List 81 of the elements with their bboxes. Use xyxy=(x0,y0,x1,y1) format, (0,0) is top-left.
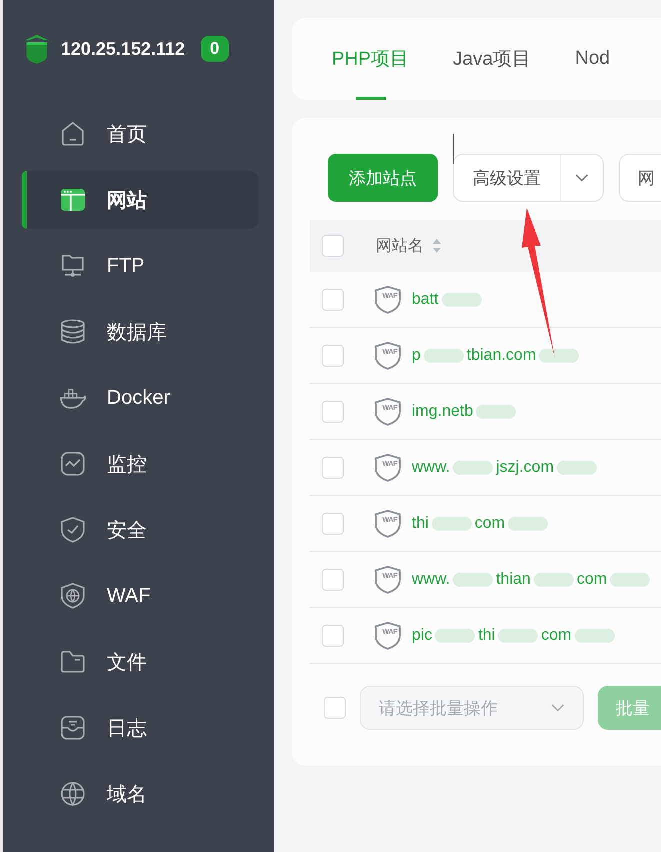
alert-count-badge[interactable]: 0 xyxy=(201,36,229,62)
project-tab[interactable]: PHP项目 xyxy=(310,18,432,100)
row-checkbox[interactable] xyxy=(322,456,344,478)
site-name-link[interactable]: img.netb xyxy=(412,402,474,420)
window-icon xyxy=(59,186,87,214)
sidebar-item[interactable]: FTP xyxy=(22,237,259,295)
redaction-smear xyxy=(442,292,482,306)
redaction-smear xyxy=(476,404,516,418)
folder-network-icon xyxy=(59,252,87,280)
home-icon xyxy=(59,120,87,148)
shield-icon xyxy=(374,508,402,538)
server-address: 120.25.152.112 xyxy=(61,38,186,60)
sidebar-item[interactable]: 网站 xyxy=(22,171,259,229)
row-checkbox[interactable] xyxy=(322,400,344,422)
row-checkbox[interactable] xyxy=(322,568,344,590)
sidebar-item[interactable]: 域名 xyxy=(22,765,259,823)
sidebar-item[interactable]: 安全 xyxy=(22,501,259,559)
castle-logo-icon xyxy=(23,33,51,65)
advanced-settings-button[interactable]: 高级设置 xyxy=(453,154,604,202)
database-icon xyxy=(59,318,87,346)
shield-icon xyxy=(374,452,402,482)
site-name-link[interactable]: com xyxy=(576,570,608,588)
site-name-link[interactable]: thian xyxy=(496,570,531,588)
sidebar-item[interactable]: 监控 xyxy=(22,435,259,493)
folder-icon xyxy=(59,648,87,676)
redaction-smear xyxy=(557,460,598,474)
site-name-link[interactable]: www. xyxy=(412,458,450,476)
site-name-link[interactable]: jszj.com xyxy=(496,458,554,476)
chart-icon xyxy=(59,450,87,478)
row-checkbox[interactable] xyxy=(322,288,344,310)
redaction-smear xyxy=(432,516,472,530)
shield-icon xyxy=(374,620,402,650)
redaction-smear xyxy=(453,572,494,586)
sidebar-item[interactable]: Docker xyxy=(22,369,259,427)
select-all-checkbox[interactable] xyxy=(322,235,344,257)
sidebar-item[interactable]: WAF xyxy=(22,567,259,625)
site-name-link[interactable]: www. xyxy=(412,570,450,588)
batch-button[interactable]: 批量 xyxy=(598,686,661,730)
inbox-icon xyxy=(59,714,87,742)
sidebar-item[interactable]: 文件 xyxy=(22,633,259,691)
site-name-link[interactable]: com xyxy=(474,514,506,532)
redaction-smear xyxy=(539,348,580,362)
redaction-smear xyxy=(610,572,650,586)
row-checkbox[interactable] xyxy=(322,344,344,366)
text-cursor xyxy=(453,134,454,164)
redaction-smear xyxy=(453,460,494,474)
site-name-link[interactable]: tbian.com xyxy=(466,346,536,364)
sidebar-item[interactable]: 日志 xyxy=(22,699,259,757)
site-button[interactable]: 网 xyxy=(619,154,661,202)
site-name-link[interactable]: thi xyxy=(412,514,429,532)
redaction-smear xyxy=(498,628,538,642)
shield-icon xyxy=(374,284,402,314)
row-checkbox[interactable] xyxy=(322,512,344,534)
site-name-link[interactable]: thi xyxy=(478,626,496,644)
project-tab[interactable]: Java项目 xyxy=(431,18,554,100)
redaction-smear xyxy=(424,348,464,362)
redaction-smear xyxy=(534,572,574,586)
batch-action-select[interactable]: 请选择批量操作 xyxy=(360,686,584,730)
shield-check-icon xyxy=(59,516,87,544)
add-site-button[interactable]: 添加站点 xyxy=(328,154,438,202)
chevron-down-icon xyxy=(551,704,565,712)
site-name-link[interactable]: pic xyxy=(412,626,432,644)
sidebar-item[interactable]: 数据库 xyxy=(22,303,259,361)
sidebar-item[interactable]: 首页 xyxy=(22,105,259,163)
shield-icon xyxy=(374,340,402,370)
redaction-smear xyxy=(508,516,548,530)
project-tab[interactable]: Nod xyxy=(553,18,632,100)
row-checkbox[interactable] xyxy=(322,624,344,646)
shield-icon xyxy=(374,396,402,426)
globe-icon xyxy=(59,780,87,808)
shield-icon xyxy=(374,564,402,594)
site-name-link[interactable]: batt xyxy=(412,290,439,308)
site-name-link[interactable]: com xyxy=(541,626,572,644)
sort-icon[interactable] xyxy=(432,238,442,254)
shield-globe-icon xyxy=(59,582,87,610)
batch-checkbox[interactable] xyxy=(324,697,346,719)
redaction-smear xyxy=(574,628,615,642)
chevron-down-icon xyxy=(575,174,589,182)
redaction-smear xyxy=(435,628,476,642)
site-name-link[interactable]: p xyxy=(412,346,421,364)
column-header[interactable]: 网站名 xyxy=(376,236,424,256)
